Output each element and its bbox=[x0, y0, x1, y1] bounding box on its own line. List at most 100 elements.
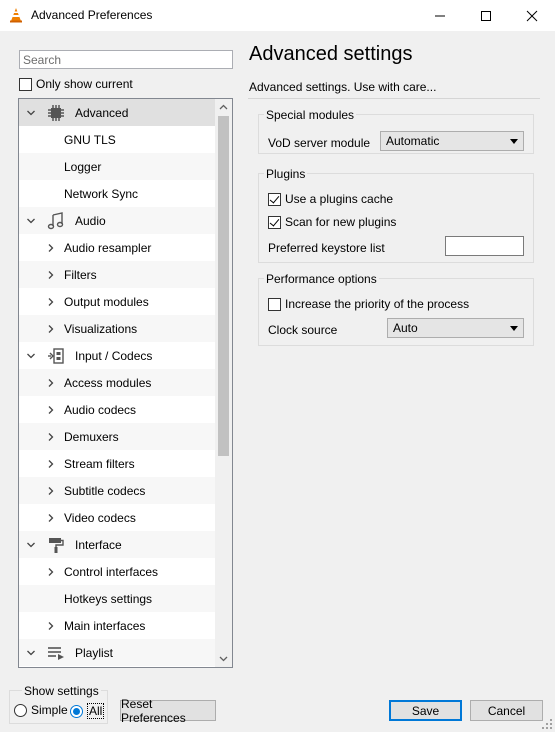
resize-grip-icon[interactable] bbox=[541, 718, 553, 730]
close-icon bbox=[526, 10, 538, 21]
tree-item-label: GNU TLS bbox=[64, 132, 116, 147]
simple-radio[interactable]: Simple bbox=[14, 703, 68, 717]
tree-item-output-modules[interactable]: Output modules bbox=[19, 288, 215, 315]
tree-item-video-codecs[interactable]: Video codecs bbox=[19, 504, 215, 531]
chevron-right-icon[interactable] bbox=[46, 458, 56, 468]
tree-item-label: Access modules bbox=[64, 375, 152, 390]
tree-item-playlist[interactable]: Playlist bbox=[19, 639, 215, 666]
tree-item-hotkeys-settings[interactable]: Hotkeys settings bbox=[19, 585, 215, 612]
chevron-down-icon[interactable] bbox=[26, 647, 36, 657]
all-radio[interactable]: All bbox=[70, 703, 105, 719]
tree-item-audio[interactable]: Audio bbox=[19, 207, 215, 234]
performance-title: Performance options bbox=[264, 272, 379, 286]
scan-new-plugins-checkbox[interactable]: Scan for new plugins bbox=[268, 215, 396, 229]
tree-item-demuxers[interactable]: Demuxers bbox=[19, 423, 215, 450]
simple-label: Simple bbox=[31, 703, 68, 717]
dropdown-arrow-icon bbox=[510, 325, 518, 331]
tree-item-advanced[interactable]: Advanced bbox=[19, 99, 215, 126]
chevron-right-icon[interactable] bbox=[46, 377, 56, 387]
all-radio-button[interactable] bbox=[70, 704, 83, 718]
cancel-button[interactable]: Cancel bbox=[470, 700, 543, 721]
scroll-down-icon[interactable] bbox=[219, 654, 228, 663]
scrollbar-thumb[interactable] bbox=[218, 116, 229, 456]
chevron-down-icon[interactable] bbox=[26, 215, 36, 225]
tree-item-label: Hotkeys settings bbox=[64, 591, 153, 606]
tree-item-visualizations[interactable]: Visualizations bbox=[19, 315, 215, 342]
playlist-icon bbox=[48, 647, 64, 660]
chevron-right-icon[interactable] bbox=[46, 431, 56, 441]
minimize-icon bbox=[435, 15, 445, 16]
simple-radio-button[interactable] bbox=[14, 703, 27, 717]
scroll-up-icon[interactable] bbox=[219, 103, 228, 112]
tree-item-audio-resampler[interactable]: Audio resampler bbox=[19, 234, 215, 261]
tree-scrollbar[interactable] bbox=[215, 99, 232, 667]
chevron-down-icon[interactable] bbox=[26, 107, 36, 117]
paint-roller-icon bbox=[49, 538, 64, 553]
increase-priority-box[interactable] bbox=[268, 297, 281, 311]
tree-item-logger[interactable]: Logger bbox=[19, 153, 215, 180]
chevron-down-icon[interactable] bbox=[26, 350, 36, 360]
vod-server-select[interactable]: Automatic bbox=[380, 131, 524, 151]
vlc-cone-icon bbox=[10, 8, 22, 23]
only-show-current-box[interactable] bbox=[19, 77, 32, 91]
tree-item-control-interfaces[interactable]: Control interfaces bbox=[19, 558, 215, 585]
keystore-label: Preferred keystore list bbox=[268, 241, 385, 255]
tree-item-label: Network Sync bbox=[64, 186, 139, 201]
tree-item-network-sync[interactable]: Network Sync bbox=[19, 180, 215, 207]
reset-preferences-button[interactable]: Reset Preferences bbox=[120, 697, 216, 725]
chevron-right-icon[interactable] bbox=[46, 512, 56, 522]
increase-priority-label: Increase the priority of the process bbox=[285, 297, 470, 311]
chevron-down-icon[interactable] bbox=[26, 539, 36, 549]
dropdown-arrow-icon bbox=[510, 138, 518, 144]
page-description: Advanced settings. Use with care... bbox=[249, 80, 437, 94]
keystore-input[interactable] bbox=[445, 236, 524, 256]
tree-item-main-interfaces[interactable]: Main interfaces bbox=[19, 612, 215, 639]
tree-item-label: Filters bbox=[64, 267, 97, 282]
chevron-right-icon[interactable] bbox=[46, 323, 56, 333]
tree-item-label: Subtitle codecs bbox=[64, 483, 146, 498]
tree-item-audio-codecs[interactable]: Audio codecs bbox=[19, 396, 215, 423]
use-plugins-cache-checkbox[interactable]: Use a plugins cache bbox=[268, 192, 393, 206]
chevron-right-icon[interactable] bbox=[46, 242, 56, 252]
title-divider bbox=[248, 98, 540, 99]
tree-item-stream-filters[interactable]: Stream filters bbox=[19, 450, 215, 477]
tree-item-label: Main interfaces bbox=[64, 618, 146, 633]
increase-priority-checkbox[interactable]: Increase the priority of the process bbox=[268, 297, 469, 311]
chevron-right-icon[interactable] bbox=[46, 296, 56, 306]
tree-item-interface[interactable]: Interface bbox=[19, 531, 215, 558]
special-modules-title: Special modules bbox=[264, 108, 357, 122]
chevron-right-icon[interactable] bbox=[46, 620, 56, 630]
scan-new-plugins-label: Scan for new plugins bbox=[285, 215, 397, 229]
chevron-right-icon[interactable] bbox=[46, 566, 56, 576]
only-show-current-checkbox[interactable]: Only show current bbox=[19, 77, 133, 91]
chevron-right-icon[interactable] bbox=[46, 404, 56, 414]
use-plugins-cache-box[interactable] bbox=[268, 192, 281, 206]
tree-item-input-codecs[interactable]: Input / Codecs bbox=[19, 342, 215, 369]
maximize-button[interactable] bbox=[463, 0, 509, 31]
vod-server-label: VoD server module bbox=[268, 136, 371, 150]
tree-item-label: Audio bbox=[75, 213, 106, 228]
chip-icon bbox=[48, 105, 64, 121]
close-button[interactable] bbox=[509, 0, 555, 31]
tree-item-label: Demuxers bbox=[64, 429, 119, 444]
chevron-right-icon[interactable] bbox=[46, 485, 56, 495]
tree-item-label: Audio resampler bbox=[64, 240, 152, 255]
search-input[interactable] bbox=[19, 50, 233, 69]
music-note-icon bbox=[47, 212, 64, 230]
codec-icon bbox=[48, 348, 64, 364]
title-bar: Advanced Preferences bbox=[0, 0, 555, 31]
tree-item-subtitle-codecs[interactable]: Subtitle codecs bbox=[19, 477, 215, 504]
page-title: Advanced settings bbox=[249, 43, 413, 65]
clock-source-value: Auto bbox=[393, 321, 418, 335]
tree-item-gnu-tls[interactable]: GNU TLS bbox=[19, 126, 215, 153]
tree-item-access-modules[interactable]: Access modules bbox=[19, 369, 215, 396]
save-button[interactable]: Save bbox=[389, 700, 462, 721]
scan-new-plugins-box[interactable] bbox=[268, 215, 281, 229]
minimize-button[interactable] bbox=[417, 0, 463, 31]
chevron-right-icon[interactable] bbox=[46, 269, 56, 279]
clock-source-select[interactable]: Auto bbox=[387, 318, 524, 338]
category-tree[interactable]: Advanced GNU TLS Logger Network Sync Aud… bbox=[18, 98, 233, 668]
tree-item-filters[interactable]: Filters bbox=[19, 261, 215, 288]
vod-server-value: Automatic bbox=[386, 134, 440, 148]
clock-source-label: Clock source bbox=[268, 323, 338, 337]
